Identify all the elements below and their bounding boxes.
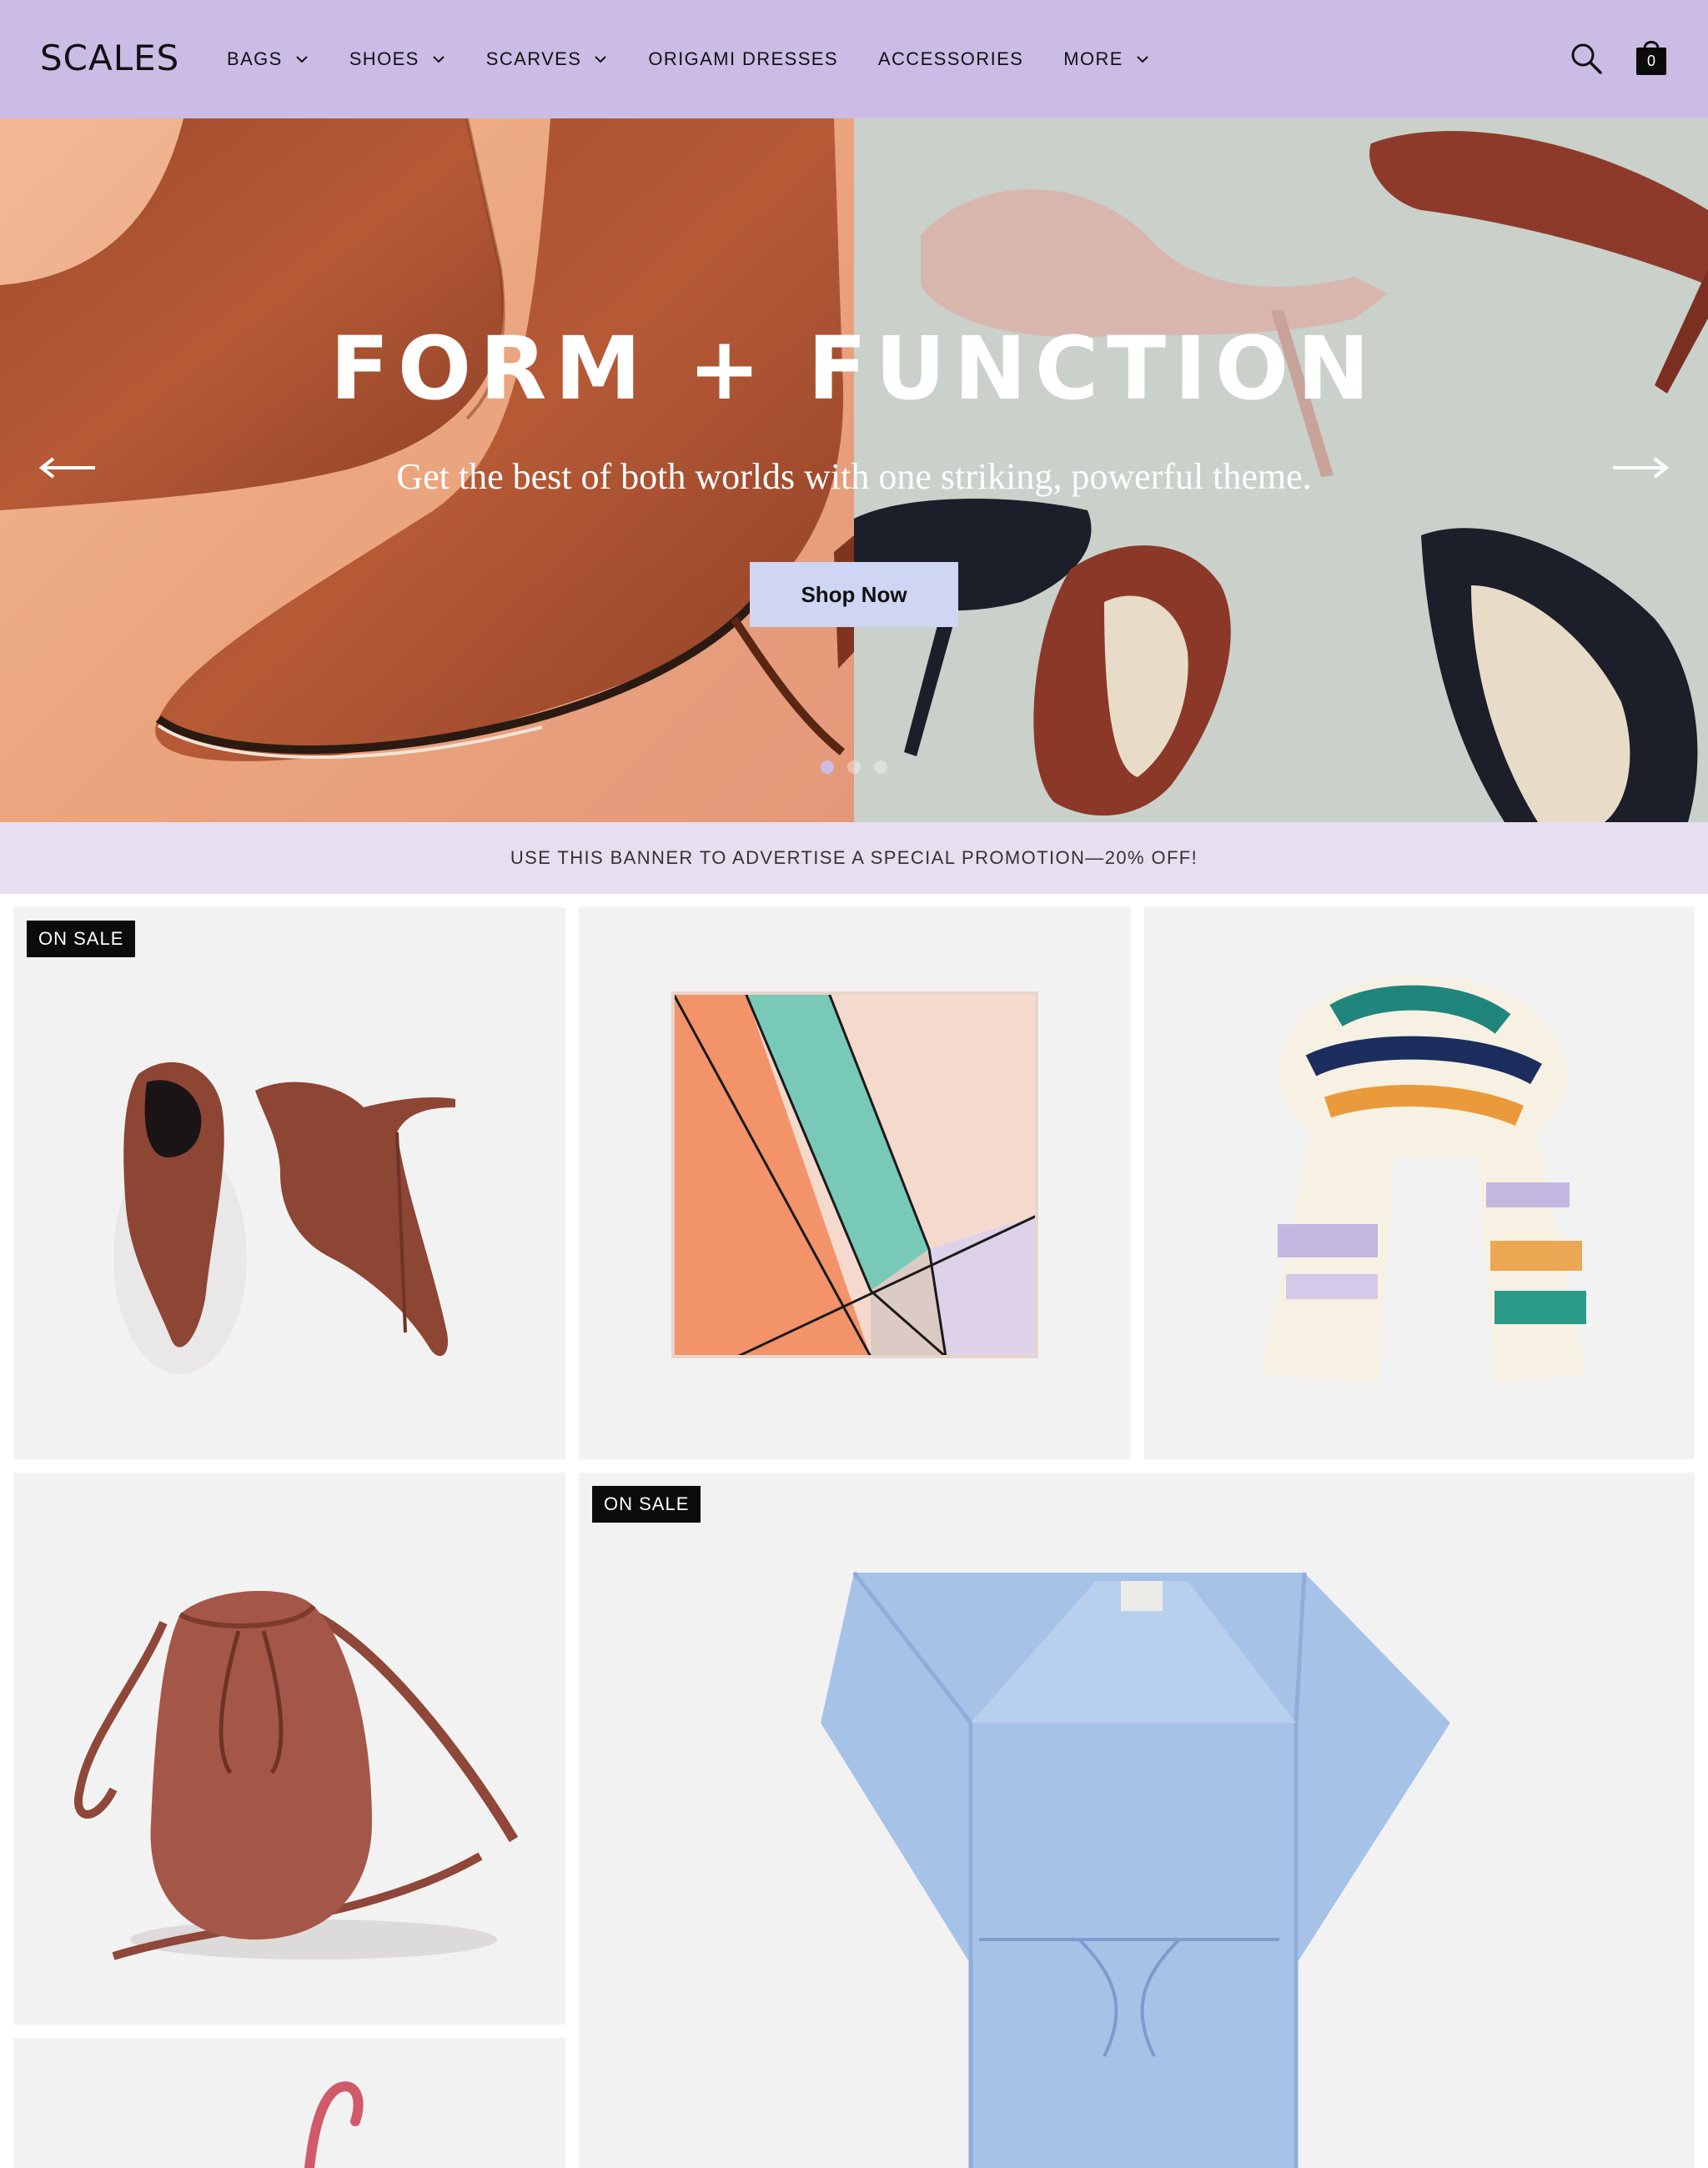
arrow-right-icon[interactable] (1611, 455, 1670, 480)
hero-subtitle: Get the best of both worlds with one str… (396, 456, 1312, 497)
wristlet-product-image (304, 2081, 364, 2168)
nav-item-origami-dresses[interactable]: ORIGAMI DRESSES (648, 48, 838, 70)
shop-now-button[interactable]: Shop Now (750, 562, 958, 627)
chevron-down-icon (296, 56, 308, 63)
arrow-left-icon[interactable] (38, 455, 97, 480)
nav-item-bags[interactable]: BAGS (227, 48, 309, 70)
chevron-down-icon (595, 56, 607, 63)
slide-dot[interactable] (874, 760, 887, 774)
cart-count: 0 (1646, 53, 1655, 69)
product-card-silk-scarf[interactable] (579, 907, 1131, 1459)
product-card-origami-dress[interactable]: ON SALE (579, 1473, 1695, 2168)
booties-product-image (113, 1061, 455, 1374)
hero-title: FORM + FUNCTION (329, 318, 1379, 419)
nav-item-label: SHOES (349, 48, 419, 69)
nav-item-label: MORE (1063, 48, 1123, 69)
nav-item-scarves[interactable]: SCARVES (486, 48, 609, 70)
nav-item-label: ORIGAMI DRESSES (648, 48, 838, 69)
hero-slideshow: FORM + FUNCTION Get the best of both wor… (0, 118, 1708, 822)
product-card-booties[interactable]: ON SALE (13, 907, 565, 1459)
nav-item-label: SCARVES (485, 48, 582, 69)
slide-dot[interactable] (847, 760, 861, 774)
slide-indicators (821, 760, 901, 774)
main-nav: BAGS SHOES SCARVES ORIGAMI DRESSES ACCES… (227, 0, 1190, 118)
nav-item-label: BAGS (227, 48, 283, 69)
nav-item-accessories[interactable]: ACCESSORIES (878, 48, 1023, 70)
nav-item-label: ACCESSORIES (877, 48, 1024, 69)
product-card-wristlet[interactable] (13, 2038, 565, 2168)
watercolor-scarf-product-image (1261, 976, 1586, 1383)
nav-item-shoes[interactable]: SHOES (349, 48, 446, 70)
sale-badge: ON SALE (592, 1486, 701, 1523)
site-header: SCALES BAGS SHOES SCARVES ORIGAMI DRESSE… (0, 0, 1708, 118)
site-logo[interactable]: SCALES (40, 37, 179, 80)
slide-dot[interactable] (821, 760, 834, 774)
product-card-watercolor-scarf[interactable] (1144, 907, 1695, 1459)
bucket-bag-product-image (74, 1590, 519, 1960)
promo-banner[interactable]: USE THIS BANNER TO ADVERTISE A SPECIAL P… (0, 822, 1708, 894)
silk-scarf-product-image (671, 991, 1038, 1358)
cart-button[interactable]: 0 (1635, 37, 1668, 77)
chevron-down-icon (433, 56, 445, 63)
search-icon[interactable] (1570, 42, 1603, 75)
sale-badge: ON SALE (27, 921, 136, 957)
product-card-bucket-bag[interactable] (13, 1473, 565, 2025)
origami-dress-product-image (821, 1571, 1450, 2168)
nav-item-more[interactable]: MORE (1063, 48, 1150, 70)
chevron-down-icon (1137, 56, 1148, 63)
